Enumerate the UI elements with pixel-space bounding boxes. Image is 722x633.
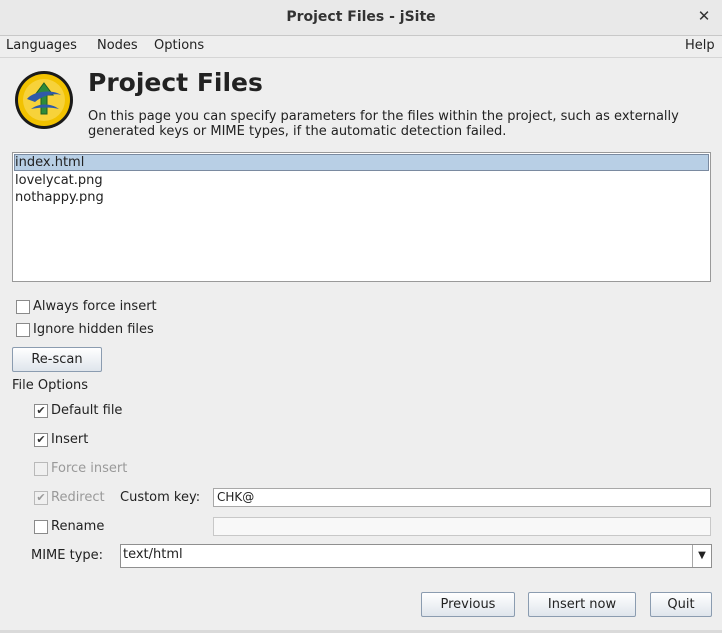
insert-now-button[interactable]: Insert now <box>528 592 636 617</box>
file-options-heading: File Options <box>12 378 89 393</box>
menu-options[interactable]: Options <box>154 38 204 53</box>
insert-checkbox[interactable]: ✔ <box>34 433 48 447</box>
title-bar: Project Files - jSite ✕ <box>0 0 722 36</box>
menu-bar: Languages Nodes Options Help <box>0 36 722 58</box>
rename-checkbox[interactable] <box>34 520 48 534</box>
redirect-checkbox[interactable]: ✔ <box>34 491 48 505</box>
mime-type-select[interactable]: text/html ▼ <box>120 544 712 568</box>
rescan-button[interactable]: Re-scan <box>12 347 102 372</box>
file-list-item[interactable]: nothappy.png <box>13 189 710 206</box>
mime-type-label: MIME type: <box>31 548 104 563</box>
menu-nodes[interactable]: Nodes <box>97 38 138 53</box>
page-title: Project Files <box>88 68 263 97</box>
ignore-hidden-files-label: Ignore hidden files <box>33 322 154 337</box>
quit-button[interactable]: Quit <box>650 592 712 617</box>
force-insert-label: Force insert <box>51 461 128 476</box>
window-title: Project Files - jSite <box>286 9 436 25</box>
default-file-checkbox[interactable]: ✔ <box>34 404 48 418</box>
file-list-item[interactable]: lovelycat.png <box>13 172 710 189</box>
default-file-label: Default file <box>51 403 123 418</box>
close-icon[interactable]: ✕ <box>696 8 712 24</box>
menu-languages[interactable]: Languages <box>6 38 77 53</box>
rename-input[interactable] <box>213 517 711 536</box>
jsite-logo-icon <box>15 71 73 129</box>
rename-label: Rename <box>51 519 105 534</box>
insert-label: Insert <box>51 432 89 447</box>
custom-key-label: Custom key: <box>120 490 201 505</box>
page-description: On this page you can specify parameters … <box>88 109 679 139</box>
mime-type-value: text/html <box>123 547 183 562</box>
previous-button[interactable]: Previous <box>421 592 515 617</box>
menu-help[interactable]: Help <box>685 38 715 53</box>
force-insert-checkbox[interactable] <box>34 462 48 476</box>
always-force-insert-checkbox[interactable] <box>16 300 30 314</box>
ignore-hidden-files-checkbox[interactable] <box>16 323 30 337</box>
always-force-insert-label: Always force insert <box>33 299 157 314</box>
redirect-label: Redirect <box>51 490 105 505</box>
file-list[interactable]: index.html lovelycat.png nothappy.png <box>12 152 711 282</box>
custom-key-input[interactable]: CHK@ <box>213 488 711 507</box>
chevron-down-icon[interactable]: ▼ <box>692 545 711 567</box>
file-list-item[interactable]: index.html <box>14 154 709 171</box>
